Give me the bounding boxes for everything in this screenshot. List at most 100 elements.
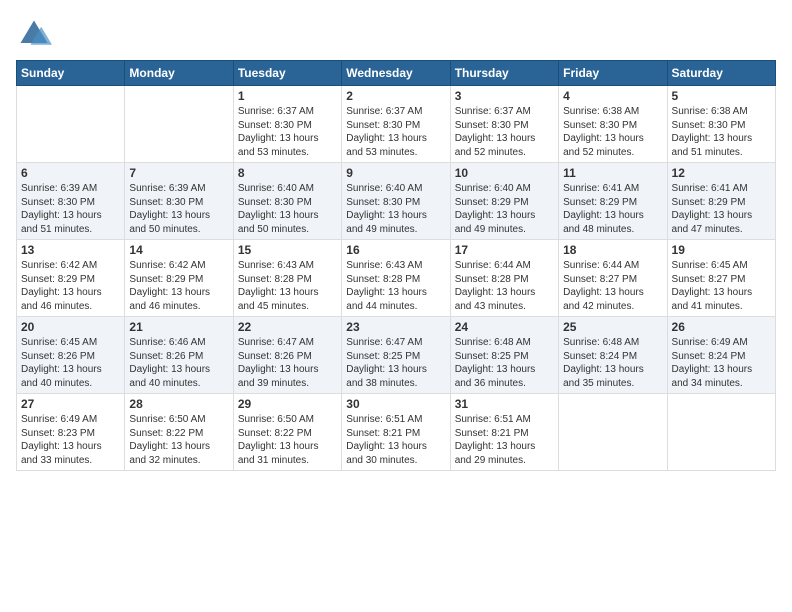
day-number: 2: [346, 89, 445, 103]
day-info: Sunrise: 6:49 AM Sunset: 8:24 PM Dayligh…: [672, 336, 771, 390]
day-info: Sunrise: 6:47 AM Sunset: 8:26 PM Dayligh…: [238, 336, 337, 390]
calendar-cell: 26 Sunrise: 6:49 AM Sunset: 8:24 PM Dayli…: [667, 317, 775, 394]
day-info: Sunrise: 6:41 AM Sunset: 8:29 PM Dayligh…: [672, 182, 771, 236]
day-number: 9: [346, 166, 445, 180]
calendar-cell: 31 Sunrise: 6:51 AM Sunset: 8:21 PM Dayli…: [450, 394, 558, 471]
day-info: Sunrise: 6:37 AM Sunset: 8:30 PM Dayligh…: [346, 105, 445, 159]
day-number: 1: [238, 89, 337, 103]
day-info: Sunrise: 6:48 AM Sunset: 8:25 PM Dayligh…: [455, 336, 554, 390]
day-number: 28: [129, 397, 228, 411]
calendar-cell: 13 Sunrise: 6:42 AM Sunset: 8:29 PM Dayli…: [17, 240, 125, 317]
calendar-cell: 16 Sunrise: 6:43 AM Sunset: 8:28 PM Dayli…: [342, 240, 450, 317]
calendar-header-row: SundayMondayTuesdayWednesdayThursdayFrid…: [17, 61, 776, 86]
calendar-cell: 2 Sunrise: 6:37 AM Sunset: 8:30 PM Daylig…: [342, 86, 450, 163]
calendar-cell: 24 Sunrise: 6:48 AM Sunset: 8:25 PM Dayli…: [450, 317, 558, 394]
weekday-header: Monday: [125, 61, 233, 86]
weekday-header: Friday: [559, 61, 667, 86]
day-number: 13: [21, 243, 120, 257]
day-info: Sunrise: 6:49 AM Sunset: 8:23 PM Dayligh…: [21, 413, 120, 467]
day-number: 5: [672, 89, 771, 103]
calendar-cell: 12Sunrise: 6:41 AM Sunset: 8:29 PM Dayli…: [667, 163, 775, 240]
calendar-cell: 27Sunrise: 6:49 AM Sunset: 8:23 PM Dayli…: [17, 394, 125, 471]
day-number: 21: [129, 320, 228, 334]
calendar-cell: 22 Sunrise: 6:47 AM Sunset: 8:26 PM Dayli…: [233, 317, 341, 394]
calendar-cell: 23 Sunrise: 6:47 AM Sunset: 8:25 PM Dayli…: [342, 317, 450, 394]
weekday-header: Thursday: [450, 61, 558, 86]
weekday-header: Sunday: [17, 61, 125, 86]
day-number: 23: [346, 320, 445, 334]
day-number: 16: [346, 243, 445, 257]
day-info: Sunrise: 6:38 AM Sunset: 8:30 PM Dayligh…: [563, 105, 662, 159]
calendar-cell: 28 Sunrise: 6:50 AM Sunset: 8:22 PM Dayli…: [125, 394, 233, 471]
day-number: 10: [455, 166, 554, 180]
day-info: Sunrise: 6:44 AM Sunset: 8:28 PM Dayligh…: [455, 259, 554, 313]
day-number: 22: [238, 320, 337, 334]
calendar-cell: 1 Sunrise: 6:37 AM Sunset: 8:30 PM Daylig…: [233, 86, 341, 163]
calendar-cell: 5Sunrise: 6:38 AM Sunset: 8:30 PM Daylig…: [667, 86, 775, 163]
calendar-table: SundayMondayTuesdayWednesdayThursdayFrid…: [16, 60, 776, 471]
calendar-cell: [125, 86, 233, 163]
calendar-cell: 8Sunrise: 6:40 AM Sunset: 8:30 PM Daylig…: [233, 163, 341, 240]
calendar-week-row: 6 Sunrise: 6:39 AM Sunset: 8:30 PM Daylig…: [17, 163, 776, 240]
calendar-cell: 4 Sunrise: 6:38 AM Sunset: 8:30 PM Daylig…: [559, 86, 667, 163]
day-number: 29: [238, 397, 337, 411]
weekday-header: Saturday: [667, 61, 775, 86]
calendar-cell: [559, 394, 667, 471]
calendar-cell: 6 Sunrise: 6:39 AM Sunset: 8:30 PM Daylig…: [17, 163, 125, 240]
day-info: Sunrise: 6:51 AM Sunset: 8:21 PM Dayligh…: [455, 413, 554, 467]
day-info: Sunrise: 6:37 AM Sunset: 8:30 PM Dayligh…: [238, 105, 337, 159]
day-info: Sunrise: 6:37 AM Sunset: 8:30 PM Dayligh…: [455, 105, 554, 159]
calendar-cell: 3Sunrise: 6:37 AM Sunset: 8:30 PM Daylig…: [450, 86, 558, 163]
day-number: 24: [455, 320, 554, 334]
day-number: 7: [129, 166, 228, 180]
calendar-cell: 14 Sunrise: 6:42 AM Sunset: 8:29 PM Dayli…: [125, 240, 233, 317]
calendar-cell: 30Sunrise: 6:51 AM Sunset: 8:21 PM Dayli…: [342, 394, 450, 471]
day-info: Sunrise: 6:44 AM Sunset: 8:27 PM Dayligh…: [563, 259, 662, 313]
calendar-cell: [17, 86, 125, 163]
day-info: Sunrise: 6:41 AM Sunset: 8:29 PM Dayligh…: [563, 182, 662, 236]
calendar-cell: 19 Sunrise: 6:45 AM Sunset: 8:27 PM Dayli…: [667, 240, 775, 317]
day-info: Sunrise: 6:43 AM Sunset: 8:28 PM Dayligh…: [346, 259, 445, 313]
day-info: Sunrise: 6:46 AM Sunset: 8:26 PM Dayligh…: [129, 336, 228, 390]
calendar-cell: 7 Sunrise: 6:39 AM Sunset: 8:30 PM Daylig…: [125, 163, 233, 240]
day-info: Sunrise: 6:42 AM Sunset: 8:29 PM Dayligh…: [129, 259, 228, 313]
day-number: 20: [21, 320, 120, 334]
weekday-header: Wednesday: [342, 61, 450, 86]
day-number: 11: [563, 166, 662, 180]
day-number: 15: [238, 243, 337, 257]
day-number: 17: [455, 243, 554, 257]
day-info: Sunrise: 6:42 AM Sunset: 8:29 PM Dayligh…: [21, 259, 120, 313]
logo-icon: [16, 16, 52, 52]
calendar-cell: 20 Sunrise: 6:45 AM Sunset: 8:26 PM Dayli…: [17, 317, 125, 394]
calendar-cell: 9 Sunrise: 6:40 AM Sunset: 8:30 PM Daylig…: [342, 163, 450, 240]
calendar-week-row: 27Sunrise: 6:49 AM Sunset: 8:23 PM Dayli…: [17, 394, 776, 471]
calendar-cell: 17 Sunrise: 6:44 AM Sunset: 8:28 PM Dayli…: [450, 240, 558, 317]
day-info: Sunrise: 6:48 AM Sunset: 8:24 PM Dayligh…: [563, 336, 662, 390]
calendar-cell: [667, 394, 775, 471]
day-info: Sunrise: 6:50 AM Sunset: 8:22 PM Dayligh…: [238, 413, 337, 467]
weekday-header: Tuesday: [233, 61, 341, 86]
day-number: 6: [21, 166, 120, 180]
day-number: 14: [129, 243, 228, 257]
day-info: Sunrise: 6:43 AM Sunset: 8:28 PM Dayligh…: [238, 259, 337, 313]
day-info: Sunrise: 6:39 AM Sunset: 8:30 PM Dayligh…: [129, 182, 228, 236]
day-info: Sunrise: 6:45 AM Sunset: 8:26 PM Dayligh…: [21, 336, 120, 390]
day-number: 8: [238, 166, 337, 180]
day-info: Sunrise: 6:50 AM Sunset: 8:22 PM Dayligh…: [129, 413, 228, 467]
day-number: 19: [672, 243, 771, 257]
page-header: [16, 16, 776, 52]
calendar-week-row: 13 Sunrise: 6:42 AM Sunset: 8:29 PM Dayli…: [17, 240, 776, 317]
day-number: 26: [672, 320, 771, 334]
calendar-cell: 25Sunrise: 6:48 AM Sunset: 8:24 PM Dayli…: [559, 317, 667, 394]
day-info: Sunrise: 6:40 AM Sunset: 8:30 PM Dayligh…: [346, 182, 445, 236]
day-info: Sunrise: 6:45 AM Sunset: 8:27 PM Dayligh…: [672, 259, 771, 313]
day-info: Sunrise: 6:47 AM Sunset: 8:25 PM Dayligh…: [346, 336, 445, 390]
calendar-cell: 15 Sunrise: 6:43 AM Sunset: 8:28 PM Dayli…: [233, 240, 341, 317]
calendar-cell: 21 Sunrise: 6:46 AM Sunset: 8:26 PM Dayli…: [125, 317, 233, 394]
logo: [16, 16, 56, 52]
day-number: 30: [346, 397, 445, 411]
day-info: Sunrise: 6:39 AM Sunset: 8:30 PM Dayligh…: [21, 182, 120, 236]
day-number: 4: [563, 89, 662, 103]
calendar-cell: 18Sunrise: 6:44 AM Sunset: 8:27 PM Dayli…: [559, 240, 667, 317]
day-number: 31: [455, 397, 554, 411]
